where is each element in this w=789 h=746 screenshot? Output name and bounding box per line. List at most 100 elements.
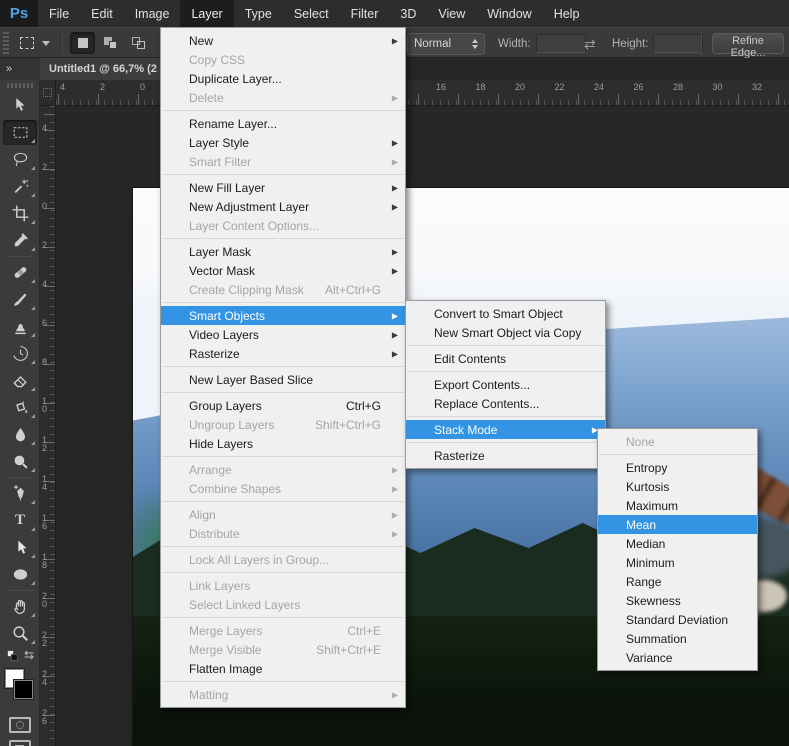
clone-stamp-tool[interactable] [0, 313, 40, 340]
hruler-label: 26 [633, 82, 644, 92]
ellipse-tool[interactable] [0, 561, 40, 588]
menubar-item-type[interactable]: Type [234, 0, 283, 27]
crop-tool[interactable] [0, 200, 40, 227]
menubar-item-layer[interactable]: Layer [180, 0, 234, 27]
ruler-origin-box[interactable] [40, 80, 56, 106]
panel-collapse-button[interactable]: » [0, 58, 40, 80]
vruler-label: 26 [42, 708, 48, 726]
menubar-item-edit[interactable]: Edit [80, 0, 124, 27]
menubar-item-filter[interactable]: Filter [340, 0, 390, 27]
layer-menu-separator [162, 681, 404, 682]
quick-mask-button[interactable] [8, 717, 31, 733]
layer-menu-item-new-fill-layer[interactable]: New Fill Layer ▶ [161, 178, 405, 197]
eyedropper-tool[interactable] [0, 227, 40, 254]
submenu-arrow-icon: ▶ [391, 202, 398, 211]
width-input[interactable] [536, 34, 586, 53]
layer-menu-item-smart-objects[interactable]: Smart Objects ▶ [161, 306, 405, 325]
menubar-item-help[interactable]: Help [543, 0, 591, 27]
stack-mode-menu-item-kurtosis[interactable]: Kurtosis [598, 477, 757, 496]
options-bar-grip[interactable] [3, 32, 9, 54]
path-selection-tool[interactable] [0, 534, 40, 561]
layer-menu-item-rename-layer[interactable]: Rename Layer... [161, 114, 405, 133]
tool-preset-picker[interactable] [20, 34, 60, 52]
background-color-swatch[interactable] [14, 680, 33, 699]
smart-objects-menu-item-replace-contents[interactable]: Replace Contents... [406, 394, 605, 413]
refine-edge-button[interactable]: Refine Edge... [712, 33, 784, 59]
layer-menu-item-layer-style[interactable]: Layer Style ▶ [161, 133, 405, 152]
height-input[interactable] [653, 34, 703, 53]
smart-objects-menu-item-edit-contents[interactable]: Edit Contents [406, 349, 605, 368]
paint-bucket-tool[interactable] [0, 394, 40, 421]
smart-objects-menu-item-export-contents[interactable]: Export Contents... [406, 375, 605, 394]
layer-menu-item-flatten-image[interactable]: Flatten Image [161, 659, 405, 678]
submenu-arrow-icon: ▶ [391, 247, 398, 256]
swap-colors-icon[interactable]: ⇆ [24, 648, 34, 662]
hand-tool[interactable] [0, 593, 40, 620]
smart-objects-menu-separator [407, 416, 604, 417]
magic-wand-tool[interactable] [0, 173, 40, 200]
stack-mode-menu-item-median[interactable]: Median [598, 534, 757, 553]
layer-menu-item-hide-layers[interactable]: Hide Layers [161, 434, 405, 453]
submenu-arrow-icon: ▶ [391, 349, 398, 358]
vruler-label: 2 [42, 240, 48, 250]
stack-mode-menu-item-entropy[interactable]: Entropy [598, 458, 757, 477]
smart-objects-menu-item-stack-mode[interactable]: Stack Mode ▶ [406, 420, 605, 439]
menubar-item-select[interactable]: Select [283, 0, 340, 27]
spot-healing-brush-tool[interactable] [0, 259, 40, 286]
blend-mode-select[interactable]: Normal [407, 33, 485, 55]
history-brush-tool[interactable] [0, 340, 40, 367]
smart-objects-menu-item-rasterize[interactable]: Rasterize [406, 446, 605, 465]
dodge-tool[interactable] [0, 448, 40, 475]
layer-menu-item-new-layer-based-slice[interactable]: New Layer Based Slice [161, 370, 405, 389]
type-tool[interactable]: T [0, 507, 40, 534]
layer-menu-item-duplicate-layer[interactable]: Duplicate Layer... [161, 69, 405, 88]
layer-menu-item-new[interactable]: New ▶ [161, 31, 405, 50]
pen-tool-icon [13, 485, 24, 501]
smart-objects-menu-item-convert-to-smart-object[interactable]: Convert to Smart Object [406, 304, 605, 323]
eraser-tool[interactable] [0, 367, 40, 394]
new-selection-button[interactable] [70, 32, 95, 54]
blur-tool[interactable] [0, 421, 40, 448]
stack-mode-menu-item-maximum[interactable]: Maximum [598, 496, 757, 515]
menubar-item-file[interactable]: File [38, 0, 80, 27]
tools-panel-grip[interactable] [6, 83, 33, 88]
layer-menu-item-layer-mask[interactable]: Layer Mask ▶ [161, 242, 405, 261]
stack-mode-menu-item-skewness[interactable]: Skewness [598, 591, 757, 610]
layer-menu-separator [162, 110, 404, 111]
stack-mode-menu-item-standard-deviation[interactable]: Standard Deviation [598, 610, 757, 629]
layer-menu-item-group-layers[interactable]: Group Layers Ctrl+G [161, 396, 405, 415]
vruler-label: 22 [42, 630, 48, 648]
stack-mode-menu-item-range[interactable]: Range [598, 572, 757, 591]
subtract-from-selection-button[interactable] [126, 32, 151, 54]
stack-mode-menu-item-minimum[interactable]: Minimum [598, 553, 757, 572]
add-to-selection-button[interactable] [98, 32, 123, 54]
document-tab[interactable]: Untitled1 @ 66,7% (2 [40, 58, 172, 80]
options-divider [62, 31, 63, 55]
layer-menu-item-rasterize[interactable]: Rasterize ▶ [161, 344, 405, 363]
pen-tool[interactable] [0, 480, 40, 507]
move-tool[interactable] [0, 92, 40, 119]
layer-menu-separator [162, 572, 404, 573]
stack-mode-menu-item-variance[interactable]: Variance [598, 648, 757, 667]
submenu-arrow-icon: ▶ [391, 36, 398, 45]
menubar-item-view[interactable]: View [427, 0, 476, 27]
rectangular-marquee-tool[interactable] [0, 119, 40, 146]
stack-mode-menu-item-summation[interactable]: Summation [598, 629, 757, 648]
swap-width-height-icon[interactable]: ⇄ [584, 36, 596, 53]
layer-menu-item-video-layers[interactable]: Video Layers ▶ [161, 325, 405, 344]
screen-mode-button[interactable] [8, 740, 31, 746]
smart-objects-menu-item-new-smart-object-via-copy[interactable]: New Smart Object via Copy [406, 323, 605, 342]
menubar-item-image[interactable]: Image [124, 0, 181, 27]
menubar-item-3d[interactable]: 3D [389, 0, 427, 27]
brush-tool[interactable] [0, 286, 40, 313]
width-label: Width: [498, 38, 531, 50]
type-tool-icon: T [14, 512, 25, 528]
layer-menu-item-copy-css: Copy CSS [189, 52, 246, 67]
stack-mode-menu-item-mean[interactable]: Mean [598, 515, 757, 534]
zoom-tool[interactable] [0, 620, 40, 647]
vertical-ruler[interactable]: 420246810121416182022242628 [40, 106, 56, 746]
layer-menu-item-vector-mask[interactable]: Vector Mask ▶ [161, 261, 405, 280]
lasso-tool[interactable] [0, 146, 40, 173]
menubar-item-window[interactable]: Window [476, 0, 542, 27]
layer-menu-item-new-adjustment-layer[interactable]: New Adjustment Layer ▶ [161, 197, 405, 216]
